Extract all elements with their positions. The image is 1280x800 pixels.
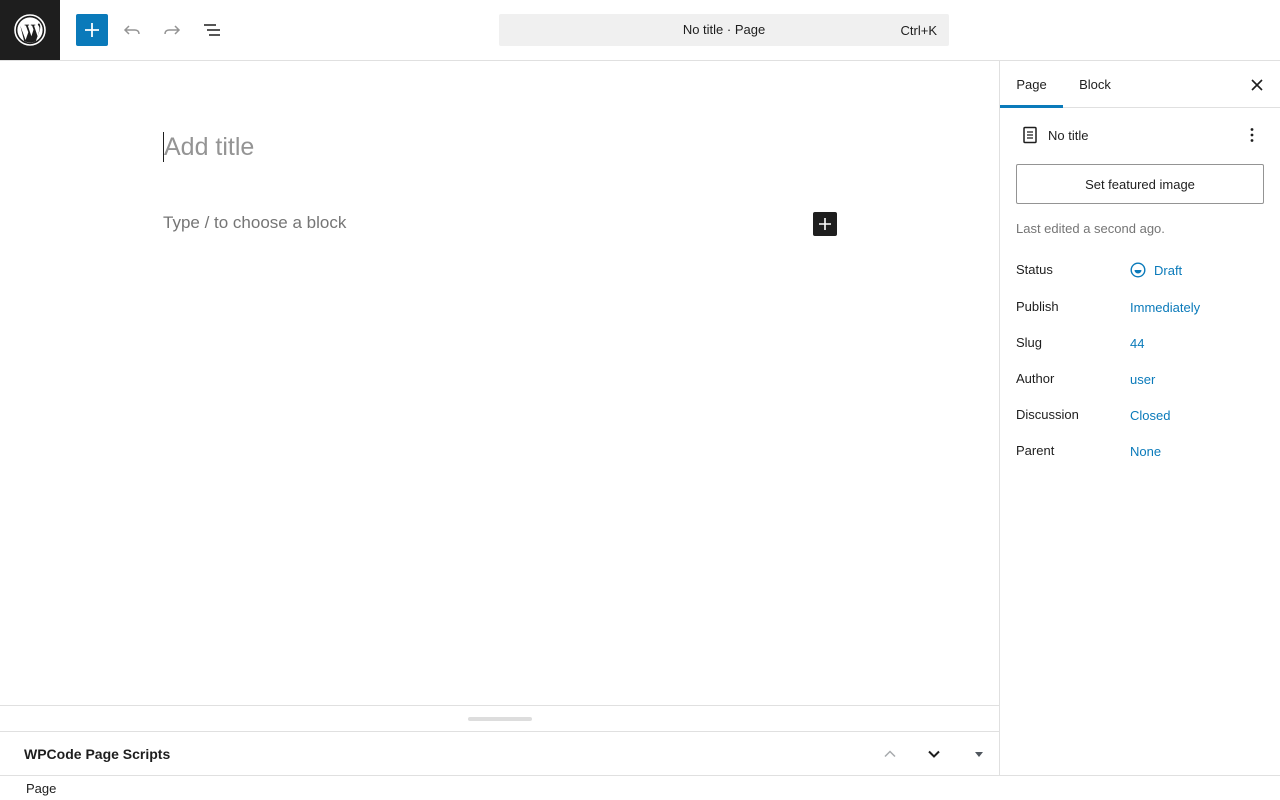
tab-block[interactable]: Block: [1063, 61, 1127, 108]
post-card: No title: [1016, 123, 1266, 147]
discussion-value-button[interactable]: Closed: [1130, 408, 1170, 423]
meta-row-publish: Publish Immediately: [1016, 297, 1266, 317]
document-title: No title · Page: [682, 22, 766, 37]
metabox-area: WPCode Page Scripts: [0, 705, 999, 775]
wordpress-logo-icon: [14, 14, 46, 46]
redo-button[interactable]: [156, 14, 188, 46]
editor-header: No title · Page Ctrl+K: [0, 0, 1280, 61]
plus-icon: [85, 23, 99, 37]
meta-row-author: Author user: [1016, 369, 1266, 389]
metabox-toggle-button[interactable]: [967, 742, 991, 766]
command-palette-bar[interactable]: No title · Page Ctrl+K: [499, 14, 949, 46]
undo-icon: [123, 25, 140, 35]
meta-label-status: Status: [1016, 262, 1053, 277]
metabox-header[interactable]: WPCode Page Scripts: [0, 731, 999, 776]
meta-label-author: Author: [1016, 371, 1055, 386]
slug-value-button[interactable]: 44: [1130, 336, 1144, 351]
meta-label-slug: Slug: [1016, 335, 1043, 350]
block-inserter-button[interactable]: [76, 14, 108, 46]
meta-label-publish: Publish: [1016, 299, 1059, 314]
undo-button[interactable]: [116, 14, 148, 46]
chevron-up-icon: [884, 750, 896, 758]
meta-label-discussion: Discussion: [1016, 407, 1079, 422]
paragraph-block-placeholder[interactable]: Type / to choose a block: [163, 213, 346, 233]
post-title-input[interactable]: Add title: [163, 132, 254, 162]
meta-label-parent: Parent: [1016, 443, 1055, 458]
metabox-title: WPCode Page Scripts: [24, 746, 171, 762]
more-vertical-icon: [1250, 128, 1254, 142]
metabox-resize-handle[interactable]: [468, 717, 532, 721]
draft-status-icon: [1130, 262, 1146, 278]
plus-icon: [819, 218, 831, 230]
settings-sidebar: Page Block No title Set featured image L…: [999, 61, 1280, 775]
page-icon: [1018, 123, 1042, 147]
sidebar-tabs: Page Block: [1000, 61, 1280, 108]
move-up-button[interactable]: [878, 742, 902, 766]
caret-down-icon: [975, 752, 983, 757]
status-value-button[interactable]: Draft: [1154, 263, 1182, 278]
list-view-icon: [204, 24, 220, 36]
command-shortcut: Ctrl+K: [900, 23, 937, 38]
move-down-button[interactable]: [922, 742, 946, 766]
meta-row-discussion: Discussion Closed: [1016, 405, 1266, 425]
close-icon: [1251, 79, 1263, 91]
tab-page[interactable]: Page: [1000, 61, 1063, 108]
author-value-button[interactable]: user: [1130, 372, 1155, 387]
document-overview-button[interactable]: [196, 14, 228, 46]
set-featured-image-button[interactable]: Set featured image: [1016, 164, 1264, 204]
post-actions-button[interactable]: [1240, 123, 1264, 147]
close-sidebar-button[interactable]: [1245, 73, 1269, 97]
redo-icon: [164, 25, 181, 35]
chevron-down-icon: [928, 750, 940, 758]
meta-row-slug: Slug 44: [1016, 333, 1266, 353]
editor-footer: Page: [0, 775, 1280, 800]
parent-value-button[interactable]: None: [1130, 444, 1161, 459]
wordpress-logo-button[interactable]: [0, 0, 60, 60]
meta-row-status: Status Draft: [1016, 260, 1266, 280]
add-block-button[interactable]: [813, 212, 837, 236]
breadcrumb[interactable]: Page: [26, 781, 56, 796]
meta-row-parent: Parent None: [1016, 441, 1266, 461]
publish-value-button[interactable]: Immediately: [1130, 300, 1200, 315]
last-edited-text: Last edited a second ago.: [1016, 221, 1165, 236]
editor-canvas: Add title Type / to choose a block: [0, 61, 999, 705]
post-card-title: No title: [1048, 128, 1089, 143]
